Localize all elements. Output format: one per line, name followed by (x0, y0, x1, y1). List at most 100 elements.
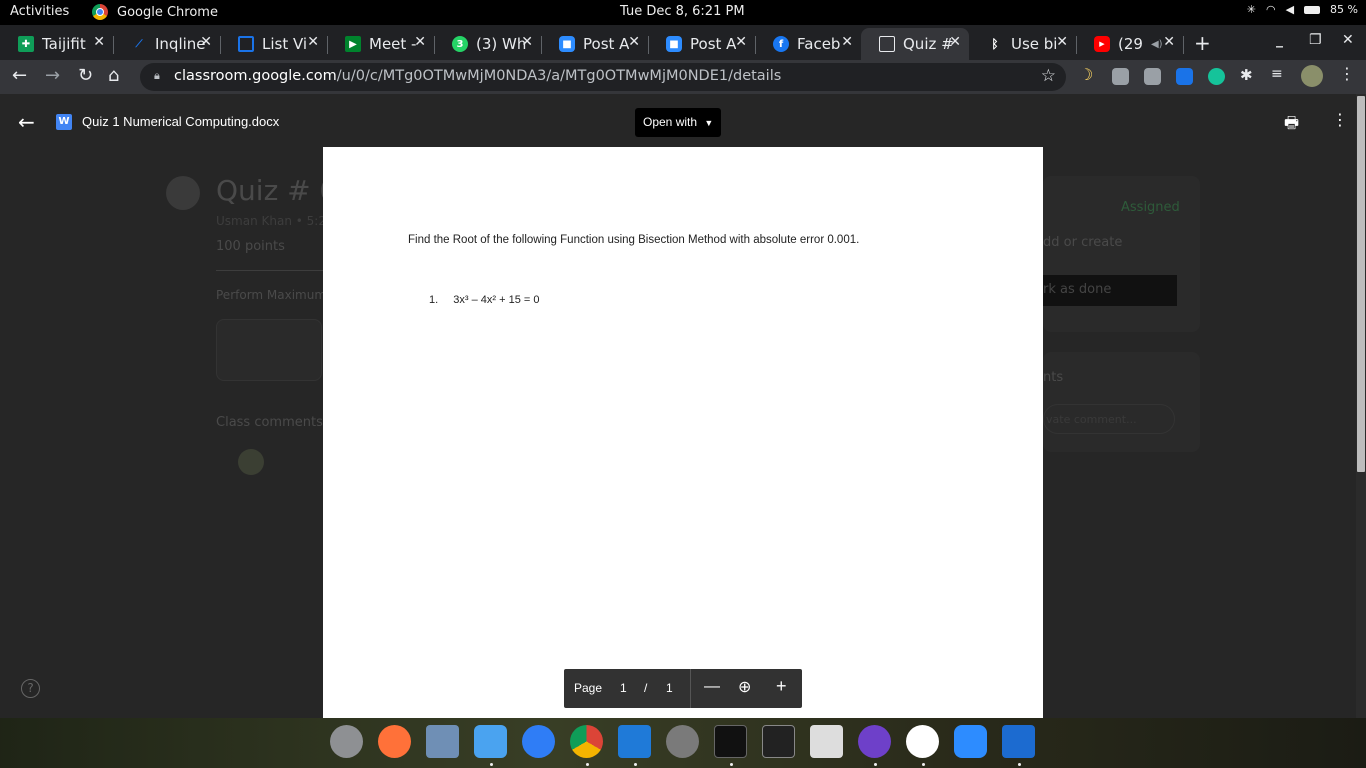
close-icon[interactable]: ✕ (735, 34, 747, 50)
tab-taijifit[interactable]: ✚ Taijifit ✕ (0, 28, 114, 60)
screenshot-icon[interactable] (810, 725, 843, 758)
facebook-extension-icon[interactable] (1144, 68, 1161, 85)
close-icon[interactable]: ✕ (841, 34, 853, 50)
close-icon[interactable]: ✕ (200, 34, 212, 50)
back-icon[interactable]: ← (12, 65, 27, 86)
print-icon[interactable]: 🖶︎ (1284, 112, 1299, 139)
bg-add-create: dd or create (1043, 235, 1123, 250)
close-icon[interactable]: ✕ (414, 34, 426, 50)
close-icon[interactable]: ✕ (1163, 34, 1175, 50)
more-options-icon[interactable]: ⋮ (1332, 110, 1348, 129)
vscode-icon[interactable] (618, 725, 651, 758)
audio-playing-icon[interactable]: ◀) (1151, 39, 1163, 50)
running-indicator (490, 763, 493, 766)
tab-meet[interactable]: ▶ Meet - ✕ (327, 28, 435, 60)
divider (216, 270, 326, 271)
system-tray[interactable]: ✳ ◠ ◀ 85 % (1247, 3, 1358, 16)
grammarly-icon[interactable] (1208, 68, 1225, 85)
profile-avatar[interactable] (1301, 65, 1323, 87)
close-icon[interactable]: ✕ (307, 34, 319, 50)
battery-icon (1304, 5, 1321, 14)
puzzle-extensions-icon[interactable]: ✱ (1240, 66, 1257, 84)
restore-button[interactable]: ❐ (1309, 32, 1322, 48)
close-icon[interactable]: ✕ (949, 34, 961, 50)
tab-title: (29 (1118, 35, 1143, 53)
close-viewer-back-icon[interactable]: ← (18, 110, 35, 134)
tab-title: Inqline (155, 35, 206, 53)
tab-post-a-1[interactable]: ■ Post A ✕ (541, 28, 649, 60)
app-menu[interactable]: Google Chrome (92, 4, 218, 20)
url-text[interactable]: classroom.google.com/u/0/c/MTg0OTMwMjM0N… (174, 68, 781, 84)
facebook-icon: f (773, 36, 789, 52)
github-icon[interactable] (858, 725, 891, 758)
close-icon[interactable]: ✕ (521, 34, 533, 50)
tab-whatsapp[interactable]: 3 (3) Wh ✕ (434, 28, 542, 60)
wifi-icon: ◠ (1265, 3, 1276, 16)
finder-icon[interactable] (474, 725, 507, 758)
address-bar[interactable]: 🔒︎ classroom.google.com/u/0/c/MTg0OTMwMj… (140, 63, 1066, 91)
settings-icon[interactable] (666, 725, 699, 758)
bg-assigned-status: Assigned (1121, 200, 1180, 215)
word-icon: W (56, 114, 72, 130)
battery-percent: 85 % (1330, 3, 1358, 16)
item-number: 1. (429, 294, 439, 306)
question-instruction: Find the Root of the following Function … (408, 234, 860, 246)
clock[interactable]: Tue Dec 8, 6:21 PM (620, 4, 745, 19)
reload-icon[interactable]: ↻ (78, 65, 93, 86)
zoom-out-icon[interactable]: — (704, 678, 720, 696)
bg-attachment-card (216, 319, 322, 381)
help-icon[interactable]: ? (21, 679, 40, 698)
list-icon (238, 36, 254, 52)
terminal-icon[interactable] (714, 725, 747, 758)
activities-button[interactable]: Activities (10, 4, 69, 19)
tab-extension-icon[interactable] (1176, 68, 1193, 85)
chrome-dock-icon[interactable] (570, 725, 603, 758)
bg-private-comments-card (1043, 352, 1200, 452)
zoom-reset-icon[interactable]: ⊕ (738, 677, 751, 697)
scrollbar-thumb[interactable] (1357, 96, 1365, 472)
minimize-button[interactable]: _ (1276, 32, 1283, 48)
launcher-icon[interactable] (330, 725, 363, 758)
bookmark-star-icon[interactable]: ☆ (1041, 66, 1056, 86)
tab-facebook[interactable]: f Faceb ✕ (755, 28, 861, 60)
bg-assignment-title: Quiz # 0 (216, 174, 338, 207)
dark-mode-extension-icon[interactable]: ☽ (1079, 65, 1096, 84)
bitly-icon: ᛒ (991, 37, 999, 51)
page-separator: / (644, 681, 648, 695)
zoom-in-icon[interactable]: + (776, 676, 787, 697)
app-store-icon[interactable] (522, 725, 555, 758)
close-icon[interactable]: ✕ (1056, 34, 1068, 50)
new-tab-button[interactable]: + (1194, 31, 1211, 55)
media-control-icon[interactable]: ≡ (1271, 66, 1288, 83)
open-with-button[interactable]: Open with ▼ (635, 108, 721, 137)
tab-post-a-2[interactable]: ■ Post A ✕ (648, 28, 756, 60)
file-viewer-header: ← W Quiz 1 Numerical Computing.docx Open… (0, 94, 1366, 150)
close-icon[interactable]: ✕ (628, 34, 640, 50)
tab-title: Post A (690, 35, 737, 53)
home-icon[interactable]: ⌂ (108, 65, 119, 86)
close-window-button[interactable]: ✕ (1342, 32, 1354, 48)
tab-title: List Vi (262, 35, 308, 53)
firefox-icon[interactable] (378, 725, 411, 758)
tab-quiz-active[interactable]: Quiz # ✕ (861, 28, 969, 60)
tab-list-view[interactable]: List Vi ✕ (220, 28, 328, 60)
page-current[interactable]: 1 (620, 681, 627, 695)
classroom-icon (879, 36, 895, 52)
forward-icon[interactable]: → (45, 65, 60, 86)
zoom-dock-icon[interactable] (954, 725, 987, 758)
close-icon[interactable]: ✕ (93, 34, 105, 50)
lock-icon[interactable]: 🔒︎ (154, 69, 160, 83)
tab-inqline[interactable]: ⟋ Inqline ✕ (113, 28, 221, 60)
keka-icon[interactable] (1002, 725, 1035, 758)
bg-author: Usman Khan • 5:29 (216, 214, 334, 228)
tab-use-bitly[interactable]: ᛒ Use bi ✕ (969, 28, 1077, 60)
slack-tray-icon[interactable]: ✳ (1247, 3, 1256, 16)
tab-youtube[interactable]: ▶ (29 ◀) ✕ (1076, 28, 1184, 60)
slack-icon[interactable] (906, 725, 939, 758)
chrome-menu-icon[interactable]: ⋮ (1339, 64, 1356, 83)
bg-private-label: nts (1043, 370, 1064, 385)
system-monitor-icon[interactable] (762, 725, 795, 758)
extension-icon[interactable] (1112, 68, 1129, 85)
image-viewer-icon[interactable] (426, 725, 459, 758)
zoom-icon: ■ (559, 36, 575, 52)
